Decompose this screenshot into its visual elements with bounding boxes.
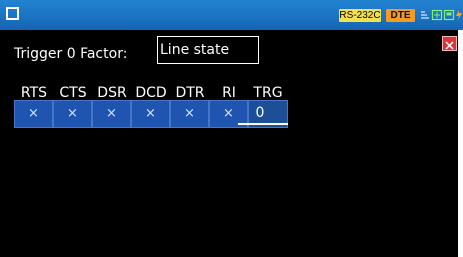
close-button[interactable] <box>442 36 457 51</box>
dcd-header: DCD <box>135 85 167 101</box>
power-icon <box>456 10 462 20</box>
top-status-bar: RS-232C DTE <box>0 0 463 30</box>
rts-header: RTS <box>20 85 48 101</box>
dsr-cell[interactable]: × <box>92 100 131 128</box>
close-icon <box>445 41 454 50</box>
mode-badge: DTE <box>386 9 415 22</box>
save-icon <box>443 9 455 21</box>
panel-edge <box>458 30 463 257</box>
interface-badge: RS-232C <box>339 9 381 22</box>
signal-icon <box>421 11 429 19</box>
cts-cell[interactable]: × <box>53 100 92 128</box>
dtr-header: DTR <box>175 85 205 101</box>
rts-cell[interactable]: × <box>14 100 53 128</box>
main-panel <box>0 30 458 257</box>
dcd-cell[interactable]: × <box>131 100 170 128</box>
trg-header: TRG <box>253 85 283 101</box>
port-icon <box>431 9 443 21</box>
menu-square-icon[interactable] <box>6 7 19 20</box>
dsr-header: DSR <box>97 85 127 101</box>
dtr-cell[interactable]: × <box>170 100 209 128</box>
app-screen: RS-232C DTE Trigger 0 Factor: Line state… <box>0 0 463 257</box>
ri-header: RI <box>222 85 236 101</box>
trg-input-underline <box>238 123 288 125</box>
cts-header: CTS <box>59 85 87 101</box>
trigger-factor-label: Trigger 0 Factor: <box>14 46 128 62</box>
trigger-factor-field[interactable]: Line state <box>157 36 259 64</box>
